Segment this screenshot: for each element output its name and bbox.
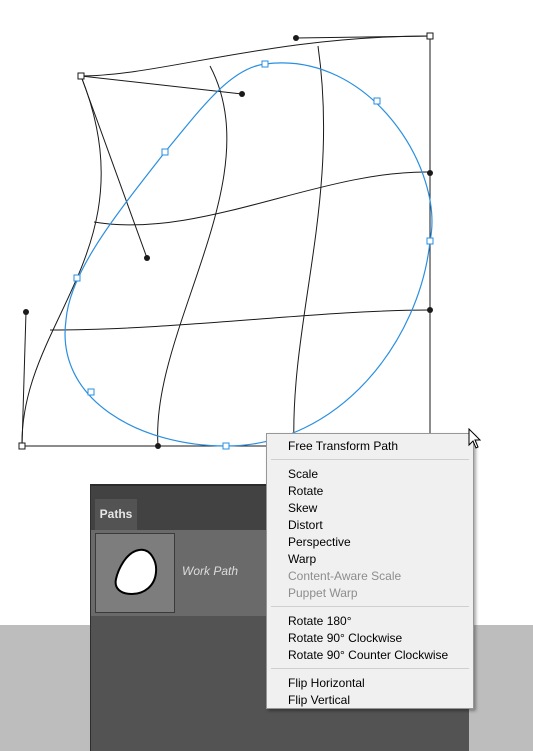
warp-corner-handle	[77, 72, 85, 80]
menu-item-rotate-90-ccw[interactable]: Rotate 90° Counter Clockwise	[288, 648, 448, 662]
warp-edge-top	[80, 35, 431, 77]
menu-item-puppet-warp: Puppet Warp	[288, 586, 358, 600]
warp-control-point	[427, 307, 433, 313]
warp-control-point	[23, 309, 29, 315]
warp-corner-handle	[18, 442, 26, 450]
warp-grid-vertical-1	[157, 65, 228, 447]
menu-item-content-aware-scale: Content-Aware Scale	[288, 569, 402, 583]
transform-context-menu: Free Transform Path Scale Rotate Skew Di…	[266, 433, 474, 709]
menu-item-flip-horizontal[interactable]: Flip Horizontal	[288, 676, 365, 690]
warp-control-point	[144, 255, 150, 261]
menu-item-warp[interactable]: Warp	[288, 552, 316, 566]
work-path-label: Work Path	[182, 564, 239, 578]
path-anchor	[73, 274, 81, 282]
warp-control-point	[155, 443, 161, 449]
path-thumbnail	[95, 533, 175, 613]
menu-separator	[271, 668, 469, 669]
path-anchor	[87, 388, 95, 396]
warp-control-point	[293, 35, 299, 41]
warp-control-point	[427, 170, 433, 176]
menu-item-rotate-180[interactable]: Rotate 180°	[288, 614, 352, 628]
warp-corner-handle	[426, 32, 434, 40]
warp-grid-vertical-2	[293, 45, 325, 447]
menu-item-perspective[interactable]: Perspective	[288, 535, 351, 549]
menu-item-distort[interactable]: Distort	[288, 518, 323, 532]
warp-grid-horizontal-1	[93, 171, 431, 226]
menu-item-scale[interactable]: Scale	[288, 467, 318, 481]
work-path-outline	[64, 62, 433, 447]
path-anchor	[222, 442, 230, 450]
tab-paths[interactable]: Paths	[95, 499, 137, 530]
menu-item-skew[interactable]: Skew	[288, 501, 317, 515]
blob-shape-icon	[114, 548, 158, 596]
warp-grid-horizontal-2	[49, 309, 431, 331]
menu-item-flip-vertical[interactable]: Flip Vertical	[288, 693, 350, 707]
path-anchor	[373, 97, 381, 105]
menu-item-rotate-90-cw[interactable]: Rotate 90° Clockwise	[288, 631, 402, 645]
menu-separator	[271, 459, 469, 460]
path-anchor	[261, 60, 269, 68]
menu-item-rotate[interactable]: Rotate	[288, 484, 323, 498]
arrow-pointer-icon	[468, 428, 482, 449]
menu-separator	[271, 606, 469, 607]
path-anchor	[426, 237, 434, 245]
menu-item-free-transform-path[interactable]: Free Transform Path	[288, 439, 398, 453]
warp-control-point	[239, 91, 245, 97]
path-anchor	[161, 148, 169, 156]
